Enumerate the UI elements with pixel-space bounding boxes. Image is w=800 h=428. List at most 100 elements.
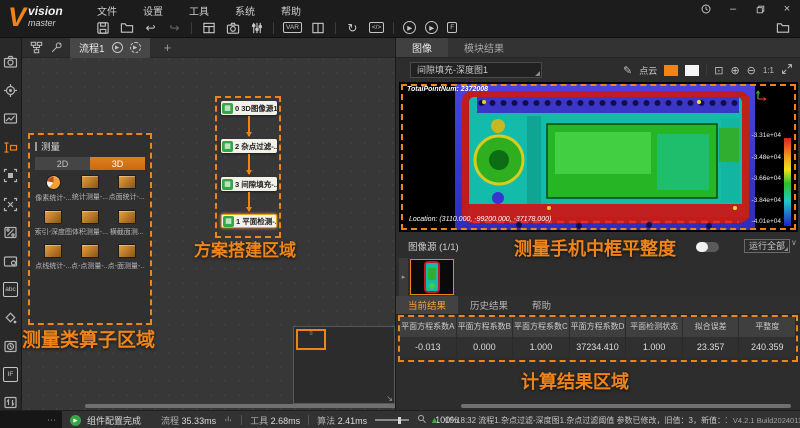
run-continuous-icon[interactable]: ▶ xyxy=(425,21,438,34)
panel-layout-icon[interactable] xyxy=(201,20,216,35)
tab-current-result[interactable]: 当前结果 xyxy=(396,296,458,314)
close-button[interactable]: × xyxy=(780,3,794,15)
flow-tab-active[interactable]: 流程1 ▶ ▶ xyxy=(70,38,150,58)
collapse-chevron-icon[interactable]: ∨ xyxy=(791,238,797,247)
acquisition-camera-icon[interactable] xyxy=(3,54,18,69)
ocr-text-icon[interactable]: abc xyxy=(3,282,18,297)
col-plane-coef-c: 平面方程系数C xyxy=(513,317,570,337)
logo-v-mark: V xyxy=(8,2,26,32)
undo-icon[interactable]: ↩ xyxy=(143,20,158,35)
tab-module-result[interactable]: 模块结果 xyxy=(448,38,520,57)
match-template-icon[interactable] xyxy=(3,168,18,183)
canvas-zoom-slider[interactable] xyxy=(375,419,409,421)
flow-node-image-source[interactable]: ▦ 0 3D图像源1 xyxy=(221,101,277,115)
image-process-gear-icon[interactable] xyxy=(3,254,18,269)
image-thumbnail[interactable] xyxy=(410,259,454,295)
flow-editor-canvas[interactable]: 流程1 ▶ ▶ + 测量 2D 3D 像素统计-... 统计测量-... 点面统… xyxy=(22,38,395,410)
tool-icon xyxy=(118,210,136,224)
tool-index-depthmap[interactable]: 索引-深度图 xyxy=(35,210,72,237)
adjust-parameters-icon[interactable] xyxy=(249,20,264,35)
minimap-viewport[interactable]: ≡ xyxy=(296,329,326,350)
logo-line2: master xyxy=(28,17,63,29)
tool-volume-measure[interactable]: 体积测量-... xyxy=(72,210,109,237)
zoom-magnifier-icon[interactable] xyxy=(417,414,427,427)
tab-image[interactable]: 图像 xyxy=(396,38,448,57)
measure-category-icon[interactable] xyxy=(3,140,18,155)
image-edit-icon[interactable] xyxy=(3,111,18,126)
flow-node-noise-filter[interactable]: ▦ 2 杂点过滤-... xyxy=(221,139,277,153)
tab-2d[interactable]: 2D xyxy=(35,157,90,170)
color-swatch-white[interactable] xyxy=(685,65,699,76)
project-folder-icon[interactable] xyxy=(775,20,790,35)
tool-icon xyxy=(44,244,62,258)
tool-point-plane-stats[interactable]: 点面统计-... xyxy=(108,175,145,203)
redo-icon[interactable]: ↪ xyxy=(167,20,182,35)
recognition-icon[interactable] xyxy=(3,225,18,240)
edit-pencil-icon[interactable]: ✎ xyxy=(623,64,632,77)
flow-node-plane-detect[interactable]: ▦ 1 平面检测-... xyxy=(221,214,277,228)
color-swatch-orange[interactable] xyxy=(664,65,678,76)
timer-logic-icon[interactable] xyxy=(3,339,18,354)
measure-panel-title: 测量 xyxy=(35,139,145,153)
continuous-run-toggle[interactable] xyxy=(696,242,719,252)
zoom-slider-knob[interactable] xyxy=(398,417,401,424)
status-separator xyxy=(241,415,242,425)
canvas-horizontal-scrollbar[interactable] xyxy=(85,404,397,408)
result-tab-bar: 当前结果 历史结果 帮助 xyxy=(396,296,800,315)
defect-detect-icon[interactable] xyxy=(3,310,18,325)
run-once-icon[interactable]: ▶ xyxy=(403,21,416,34)
timing-detail-icon[interactable] xyxy=(224,414,233,426)
tool-cross-section[interactable]: 横截面测... xyxy=(108,210,145,237)
communication-io-icon[interactable] xyxy=(3,395,18,410)
tool-pixel-stats[interactable]: 像素统计-... xyxy=(35,175,72,203)
if-logic-icon[interactable]: IF xyxy=(3,367,18,382)
algo-time-value: 2.41ms xyxy=(338,416,368,426)
add-flow-tab-button[interactable]: + xyxy=(164,40,172,55)
col-flatness: 平整度 xyxy=(739,317,796,337)
split-view-icon[interactable] xyxy=(311,20,326,35)
format-module-icon[interactable]: F xyxy=(447,22,457,33)
tool-point-line-stats[interactable]: 点线统计-... xyxy=(35,244,72,271)
node-icon: ▦ xyxy=(222,103,233,114)
panel-horizontal-scrollbar[interactable] xyxy=(461,404,791,408)
minimize-button[interactable]: – xyxy=(726,3,740,15)
flow-run-icon[interactable]: ▶ xyxy=(112,42,123,53)
restore-button[interactable] xyxy=(753,3,767,15)
locate-crosshair-icon[interactable] xyxy=(3,83,18,98)
image-source-select[interactable]: 间隙填充-深度图1 xyxy=(410,62,542,78)
run-all-button[interactable]: 运行全部 xyxy=(744,239,790,253)
flow-settings-wrench-icon[interactable] xyxy=(46,40,66,56)
tab-help[interactable]: 帮助 xyxy=(520,296,563,314)
pointcloud-viewer[interactable]: TotalPointNum: 2372008 Location: (3110.0… xyxy=(399,82,798,232)
tool-point-point-measure[interactable]: 点-点测量-... xyxy=(72,244,109,271)
variables-icon[interactable]: VAR xyxy=(283,22,302,33)
zoom-out-icon[interactable]: ⊖ xyxy=(747,64,756,77)
flow-connector-arrow xyxy=(248,116,250,136)
actual-size-icon[interactable]: 1:1 xyxy=(763,66,774,75)
flow-minimap[interactable]: ≡ ↘ xyxy=(293,326,395,404)
tab-history-result[interactable]: 历史结果 xyxy=(458,296,520,314)
open-folder-icon[interactable] xyxy=(119,20,134,35)
minimap-flow-preview: ≡ xyxy=(309,331,313,337)
flow-node-gap-fill[interactable]: ▦ 3 间隙填充-... xyxy=(221,177,277,191)
val-plane-coef-c: 1.000 xyxy=(513,337,570,358)
status-log-message[interactable]: 10:18:32 流程1.杂点过滤-深度图1.杂点过滤阈值 参数已修改，旧值：3… xyxy=(445,415,727,426)
history-clock-icon[interactable] xyxy=(699,3,713,15)
tab-3d[interactable]: 3D xyxy=(90,157,145,170)
script-code-icon[interactable]: </> xyxy=(369,22,384,33)
fullscreen-expand-icon[interactable] xyxy=(781,63,793,78)
camera-capture-icon[interactable] xyxy=(225,20,240,35)
flow-connector-arrow xyxy=(248,154,250,174)
minimap-resize-handle[interactable]: ↘ xyxy=(386,394,393,403)
flow-run-loop-icon[interactable]: ▶ xyxy=(130,42,141,53)
fit-to-window-icon[interactable]: ⊡ xyxy=(714,64,723,77)
tool-point-plane-measure[interactable]: 点-面测量-... xyxy=(108,244,145,271)
flow-list-icon[interactable] xyxy=(26,40,46,56)
tool-stat-measure[interactable]: 统计测量-... xyxy=(72,175,109,203)
refresh-icon[interactable]: ↻ xyxy=(345,20,360,35)
zoom-in-icon[interactable]: ⊕ xyxy=(730,64,739,77)
alignment-icon[interactable] xyxy=(3,197,18,212)
save-icon[interactable] xyxy=(95,20,110,35)
status-dots-icon[interactable]: ⋯ xyxy=(47,415,56,426)
strip-expander-handle[interactable]: ▸ xyxy=(399,258,408,296)
